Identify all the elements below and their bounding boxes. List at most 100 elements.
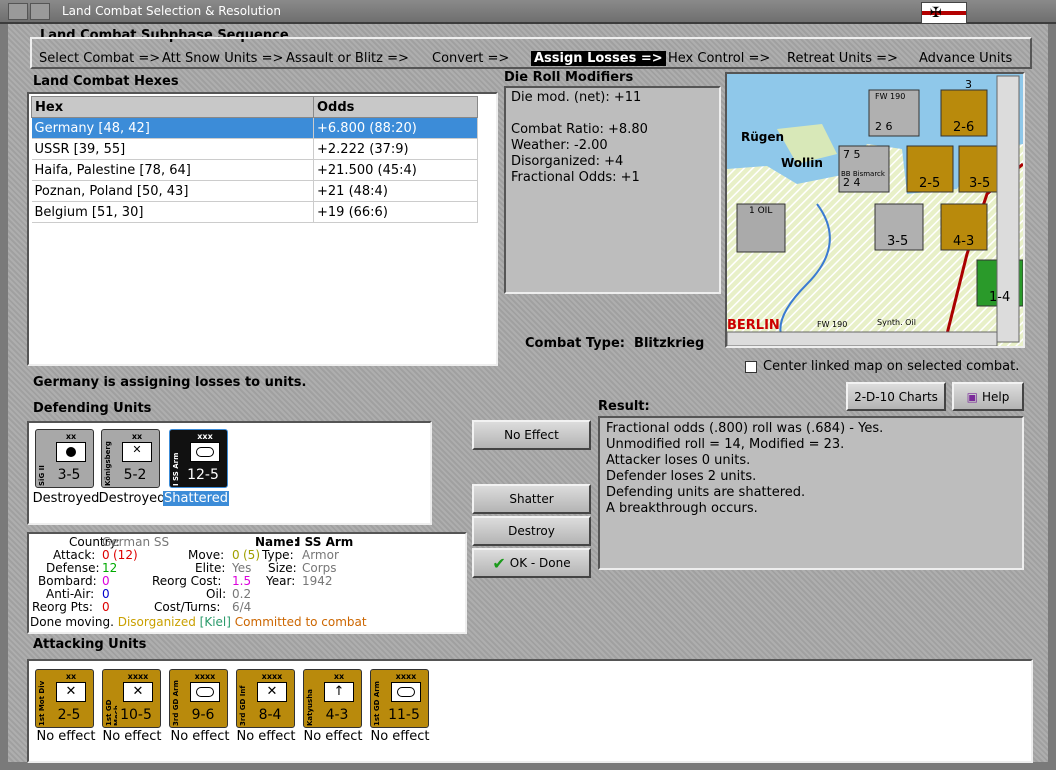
no-effect-button[interactable]: No Effect [472,420,591,450]
cell-hex: Poznan, Poland [50, 43] [31,180,314,202]
table-row[interactable]: Poznan, Poland [50, 43] +21 (48:4) [31,180,478,202]
map-counter[interactable]: 2 6 [875,120,893,133]
defending-unit-selected[interactable]: I SS Arm xxx 12-5 [169,429,228,488]
attacking-unit[interactable]: 1st GD Arm xxxx 11-5 [370,669,429,728]
attacking-unit[interactable]: 3rd GD Inf xxxx ✕ 8-4 [236,669,295,728]
unit-size: xx [333,672,345,681]
result-line: Attacker loses 0 units. [606,453,751,468]
attacking-title: Attacking Units [33,637,147,652]
defending-units-panel: SiG II xx 3-5 Destroyed Königsberg xx ✕ … [27,421,432,525]
map-counter[interactable]: 2 4 [843,176,861,189]
unit-status: Destroyed [32,491,100,506]
step-retreat-units[interactable]: Retreat Units => [787,51,898,66]
col-odds[interactable]: Odds [313,96,478,118]
unit-strength: 3-5 [57,467,81,483]
map-label-fw190: FW 190 [875,92,906,101]
step-hex-control[interactable]: Hex Control => [668,51,770,66]
map-label-fw190-2: FW 190 [817,320,848,329]
result-line: Defending units are shattered. [606,485,806,500]
charts-button[interactable]: 2-D-10 Charts [846,382,946,411]
map-label-synth-oil: Synth. Oil [877,318,916,327]
help-button-label: Help [981,389,1010,404]
map-counter[interactable]: 2-5 [919,176,940,191]
col-hex[interactable]: Hex [31,96,314,118]
unit-strength: 2-5 [57,707,81,723]
unit-footer: Done moving. Disorganized [Kiel] Committ… [30,616,367,629]
map-counter[interactable]: 2-6 [953,120,974,135]
cell-hex: Belgium [51, 30] [31,201,314,223]
footer-committed: Committed to combat [234,615,367,629]
die-line: Weather: -2.00 [511,138,608,153]
map-counter[interactable]: 4-3 [953,234,974,249]
unit-size: xx [65,432,77,441]
ok-done-button[interactable]: ✔ OK - Done [472,548,591,578]
die-line: Fractional Odds: +1 [511,170,640,185]
map-label-berlin: BERLIN [727,318,780,333]
minimize-button[interactable] [30,3,50,20]
year-label: Year: [266,574,296,588]
table-row[interactable]: Haifa, Palestine [78, 64] +21.500 (45:4) [31,159,478,181]
unit-status: Shattered [163,491,229,506]
reorg-pts-label: Reorg Pts: [32,600,93,614]
step-convert[interactable]: Convert => [432,51,509,66]
reorg-pts-value: 0 [102,600,110,614]
unit-status: No effect [303,729,363,744]
unit-strength: 9-6 [191,707,215,723]
defending-unit[interactable]: SiG II xx 3-5 [35,429,94,488]
mini-map[interactable]: Rügen Wollin BERLIN 1 OIL BB Bismarck Sy… [725,72,1025,348]
step-assign-losses[interactable]: Assign Losses => [531,51,666,66]
system-menu-button[interactable] [8,3,28,20]
table-row[interactable]: Germany [48, 42] +6.800 (88:20) [31,117,478,139]
cell-odds: +21 (48:4) [313,180,478,202]
map-horizontal-scrollbar[interactable] [729,334,995,344]
step-select-combat[interactable]: Select Combat => [39,51,160,66]
mechanized-icon: ✕ [123,682,153,702]
cell-odds: +6.800 (88:20) [313,117,478,139]
die-modifiers-box: Die mod. (net): +11 Combat Ratio: +8.80 … [504,86,721,294]
map-counter[interactable]: 3-5 [887,234,908,249]
step-assault-or-blitz[interactable]: Assault or Blitz => [286,51,409,66]
map-counter[interactable]: 3-5 [969,176,990,191]
footer-location: [Kiel] [199,615,231,629]
status-message: Germany is assigning losses to units. [33,375,307,390]
unit-size: xx [131,432,143,441]
attacking-unit[interactable]: 1st GD Mech xxxx ✕ 10-5 [102,669,161,728]
result-line: Fractional odds (.800) roll was (.684) -… [606,421,884,436]
infantry-icon: ✕ [257,682,287,702]
window-title: Land Combat Selection & Resolution [62,4,281,18]
map-label-wollin: Wollin [781,156,823,170]
cell-hex: USSR [39, 55] [31,138,314,160]
defending-unit[interactable]: Königsberg xx ✕ 5-2 [101,429,160,488]
step-advance-units[interactable]: Advance Units [919,51,1012,66]
attacking-unit[interactable]: 1st Mot Div xx ✕ 2-5 [35,669,94,728]
center-map-label: Center linked map on selected combat. [763,359,1020,374]
map-vertical-scrollbar[interactable] [999,78,1017,336]
map-counter[interactable]: 7 5 [843,148,861,161]
frame-left [0,24,8,770]
attacking-unit[interactable]: 3rd GD Arm xxxx 9-6 [169,669,228,728]
attacking-unit[interactable]: Katyusha xx ↑ 4-3 [303,669,362,728]
die-line: Die mod. (net): +11 [511,90,642,105]
combat-hexes-table[interactable]: Hex Odds Germany [48, 42] +6.800 (88:20) … [27,92,498,366]
footer-disorganized: Disorganized [117,615,196,629]
table-header: Hex Odds [31,96,478,118]
step-att-snow-units[interactable]: Att Snow Units => [162,51,283,66]
cost-turns-label: Cost/Turns: [154,600,221,614]
shatter-button[interactable]: Shatter [472,484,591,514]
die-line [511,106,714,122]
cell-odds: +19 (66:6) [313,201,478,223]
map-counter[interactable]: 3 [965,78,972,91]
map-label-oil: 1 OIL [749,206,773,216]
center-map-checkbox[interactable] [745,361,757,373]
destroy-button[interactable]: Destroy [472,516,591,546]
armor-symbol-icon [56,442,86,462]
table-row[interactable]: Belgium [51, 30] +19 (66:6) [31,201,478,223]
armor-symbol-icon [391,682,421,702]
defending-title: Defending Units [33,401,152,416]
frame-bottom [0,762,1056,770]
unit-size: xxxx [194,672,216,681]
help-button[interactable]: ▣ Help [952,382,1024,411]
table-row[interactable]: USSR [39, 55] +2.222 (37:9) [31,138,478,160]
combat-type-value: Blitzkrieg [634,336,705,351]
unit-status: No effect [102,729,162,744]
